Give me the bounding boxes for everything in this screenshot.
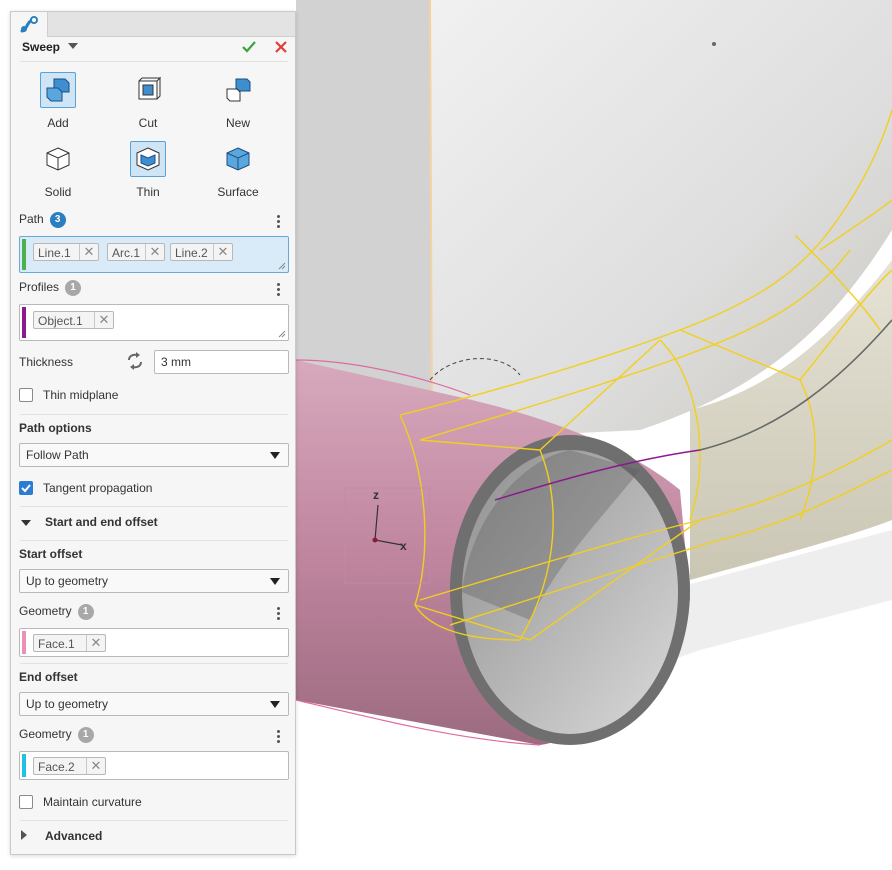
triad-x-label: x bbox=[400, 539, 407, 553]
expand-chevron-icon[interactable] bbox=[21, 830, 27, 840]
path-chip-line-1[interactable]: Line.1 ✕ bbox=[33, 243, 99, 261]
thin-midplane-label: Thin midplane bbox=[43, 388, 119, 402]
solid-option-button[interactable]: Solid bbox=[23, 141, 93, 199]
start-geometry-selection-field[interactable]: Face.1 ✕ bbox=[19, 628, 289, 657]
panel-header: Sweep bbox=[11, 37, 295, 59]
tangent-propagation-checkbox[interactable] bbox=[19, 481, 33, 495]
solid-body-icon bbox=[46, 147, 70, 171]
profiles-count-badge: 1 bbox=[65, 280, 82, 296]
start-end-offset-header[interactable]: Start and end offset bbox=[45, 515, 158, 529]
start-offset-label: Start offset bbox=[19, 547, 83, 561]
remove-icon[interactable]: ✕ bbox=[213, 244, 232, 260]
profiles-selection-field[interactable]: Object.1 ✕ bbox=[19, 304, 289, 341]
start-offset-select[interactable]: Up to geometry bbox=[19, 569, 289, 593]
start-geometry-label: Geometry 1 bbox=[19, 604, 94, 620]
end-geometry-selection-field[interactable]: Face.2 ✕ bbox=[19, 751, 289, 780]
profiles-label: Profiles 1 bbox=[19, 280, 82, 296]
sweep-panel: Sweep Add Cut New Solid Thin Surface Pat… bbox=[10, 11, 296, 855]
dropdown-arrow-icon bbox=[270, 578, 280, 585]
remove-icon[interactable]: ✕ bbox=[86, 635, 105, 651]
flip-direction-icon[interactable] bbox=[126, 352, 144, 370]
chevron-down-icon[interactable] bbox=[67, 40, 79, 52]
add-solid-icon bbox=[46, 78, 70, 102]
dropdown-arrow-icon bbox=[270, 452, 280, 459]
end-geometry-more-icon[interactable] bbox=[274, 729, 282, 743]
path-chip-arc-1[interactable]: Arc.1 ✕ bbox=[107, 243, 165, 261]
path-options-select[interactable]: Follow Path bbox=[19, 443, 289, 467]
maintain-curvature-label: Maintain curvature bbox=[43, 795, 142, 809]
expand-chevron-icon[interactable] bbox=[21, 520, 31, 526]
surface-option-button[interactable]: Surface bbox=[203, 141, 273, 199]
thickness-input[interactable]: 3 mm bbox=[154, 350, 289, 374]
path-options-label: Path options bbox=[19, 421, 92, 435]
remove-icon[interactable]: ✕ bbox=[86, 758, 105, 774]
path-label: Path 3 bbox=[19, 212, 66, 228]
path-more-icon[interactable] bbox=[274, 214, 282, 228]
checkmark-icon bbox=[21, 484, 31, 493]
path-selection-field[interactable]: Line.1 ✕ Arc.1 ✕ Line.2 ✕ bbox=[19, 236, 289, 273]
add-option-button[interactable]: Add bbox=[23, 72, 93, 130]
cut-option-label: Cut bbox=[138, 116, 158, 130]
start-geometry-count-badge: 1 bbox=[77, 604, 94, 620]
new-option-label: New bbox=[225, 116, 250, 130]
add-option-label: Add bbox=[47, 116, 69, 130]
cut-option-button[interactable]: Cut bbox=[113, 72, 183, 130]
triad-z-label: z bbox=[373, 488, 379, 502]
confirm-check-icon[interactable] bbox=[241, 40, 257, 54]
profiles-more-icon[interactable] bbox=[274, 282, 282, 296]
resize-grip-icon[interactable] bbox=[278, 262, 286, 270]
new-body-icon bbox=[226, 78, 251, 102]
surface-body-icon bbox=[226, 147, 250, 171]
start-geometry-more-icon[interactable] bbox=[274, 606, 282, 620]
cancel-close-icon[interactable] bbox=[274, 40, 288, 54]
end-offset-select[interactable]: Up to geometry bbox=[19, 692, 289, 716]
new-option-button[interactable]: New bbox=[203, 72, 273, 130]
sweep-tab[interactable] bbox=[11, 12, 48, 37]
thin-option-label: Thin bbox=[136, 185, 160, 199]
panel-tabstrip bbox=[11, 12, 295, 37]
dropdown-arrow-icon bbox=[270, 701, 280, 708]
thickness-label: Thickness bbox=[19, 355, 74, 369]
thin-midplane-checkbox[interactable] bbox=[19, 388, 33, 402]
maintain-curvature-checkbox[interactable] bbox=[19, 795, 33, 809]
surface-option-label: Surface bbox=[217, 185, 259, 199]
resize-grip-icon[interactable] bbox=[278, 330, 286, 338]
remove-icon[interactable]: ✕ bbox=[145, 244, 164, 260]
end-geometry-count-badge: 1 bbox=[77, 727, 94, 743]
panel-title: Sweep bbox=[22, 40, 61, 54]
thin-body-icon bbox=[136, 147, 160, 171]
path-chip-line-2[interactable]: Line.2 ✕ bbox=[170, 243, 233, 261]
advanced-header[interactable]: Advanced bbox=[45, 829, 102, 843]
thin-option-button[interactable]: Thin bbox=[113, 141, 183, 199]
end-geometry-label: Geometry 1 bbox=[19, 727, 94, 743]
solid-option-label: Solid bbox=[44, 185, 72, 199]
path-count-badge: 3 bbox=[49, 212, 66, 228]
profile-chip-object-1[interactable]: Object.1 ✕ bbox=[33, 311, 114, 329]
remove-icon[interactable]: ✕ bbox=[94, 312, 113, 328]
tangent-propagation-label: Tangent propagation bbox=[43, 481, 153, 495]
remove-icon[interactable]: ✕ bbox=[79, 244, 98, 260]
cut-solid-icon bbox=[138, 77, 161, 100]
end-geometry-chip-face-2[interactable]: Face.2 ✕ bbox=[33, 757, 106, 775]
start-geometry-chip-face-1[interactable]: Face.1 ✕ bbox=[33, 634, 106, 652]
end-offset-label: End offset bbox=[19, 670, 78, 684]
sweep-icon bbox=[20, 15, 38, 32]
